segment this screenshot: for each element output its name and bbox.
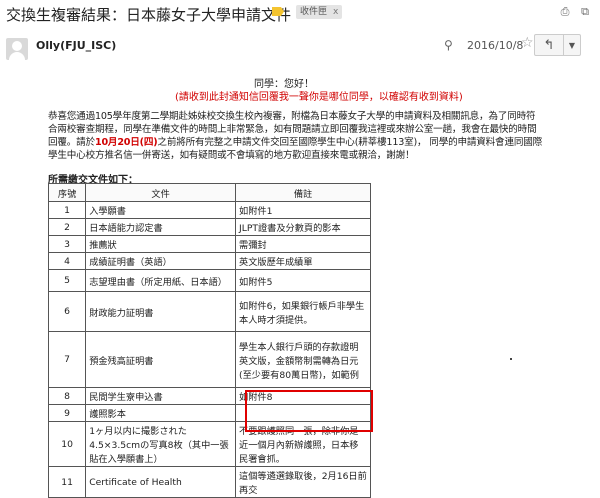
email-subject: 交換生複審結果：日本藤女子大學申請文件 (6, 6, 292, 24)
subject-bar: 交換生複審結果：日本藤女子大學申請文件 收件匣 x ⎙ ⧉ (0, 0, 600, 26)
reply-icon: ↰ (543, 38, 555, 53)
table-header-row: 序號 文件 備註 (47, 183, 371, 202)
row-document: 財政能力証明書 (85, 291, 237, 332)
row-note: 學生本人銀行戶頭的存款證明英文版，金額幣制需轉為日元(至少要有80萬日幣)，如範… (235, 331, 371, 388)
row-number: 6 (47, 291, 87, 332)
row-number: 8 (47, 387, 87, 405)
row-number: 10 (47, 421, 87, 467)
body-paragraph-line: 學生中心校方推名信一併寄送，如有疑問或不會填寫的地方歡迎直接來電或親洽，謝謝！ (48, 150, 415, 161)
row-note (235, 404, 371, 422)
row-document: 志望理由書（所定用紙、日本語） (85, 269, 237, 292)
row-note: 如附件1 (235, 201, 371, 219)
documents-table: 序號 文件 備註 1 入學願書 如附件1 2 日本語能力認定書 JLPT證書及分… (47, 183, 371, 498)
body-paragraph-line: 恭喜您通過105學年度第二學期赴姊妹校交換生校內複審，附檔為日本藤女子大學的申請… (48, 111, 536, 122)
table-row: 4 成績証明書（英語） 英文版歷年成績單 (47, 252, 371, 270)
header-note: 備註 (235, 183, 371, 202)
message-date: 2016/10/8 (467, 39, 524, 52)
row-note: 如附件8 (235, 387, 371, 405)
header-no: 序號 (47, 183, 87, 202)
row-note: 這個等遴選錄取後，2月16日前再交 (235, 466, 371, 498)
sender-avatar (6, 38, 28, 60)
print-icon[interactable]: ⎙ (558, 5, 572, 19)
row-document: 民間学生寮申込書 (85, 387, 237, 405)
table-row: 9 護照影本 (47, 404, 371, 422)
table-row: 7 預金残高証明書 學生本人銀行戶頭的存款證明英文版，金額幣制需轉為日元(至少要… (47, 331, 371, 388)
table-row: 6 財政能力証明書 如附件6，如果銀行帳戶非學生本人時才須提供。 (47, 291, 371, 332)
row-number: 2 (47, 218, 87, 236)
body-paragraph-line: 回覆。請於10月20日(四)之前將所有完整之申請文件交回至國際學生中心(耕莘樓1… (48, 137, 543, 148)
row-number: 11 (47, 466, 87, 498)
row-document: 護照影本 (85, 404, 237, 422)
row-document: 成績証明書（英語） (85, 252, 237, 270)
table-row: 10 1ヶ月以内に撮影された4.5×3.5cmの写真8枚（其中一張貼在入學願書上… (47, 421, 371, 467)
row-note: 如附件6，如果銀行帳戶非學生本人時才須提供。 (235, 291, 371, 332)
table-row: 11 Certificate of Health 這個等遴選錄取後，2月16日前… (47, 466, 371, 498)
row-note: 需彌封 (235, 235, 371, 253)
row-number: 9 (47, 404, 87, 422)
table-row: 3 推薦狀 需彌封 (47, 235, 371, 253)
row-number: 3 (47, 235, 87, 253)
star-icon[interactable]: ☆ (521, 35, 534, 51)
row-number: 5 (47, 269, 87, 292)
reply-button[interactable]: ↰ (534, 34, 564, 56)
row-number: 4 (47, 252, 87, 270)
more-actions-button[interactable]: ▼ (563, 34, 581, 56)
body-paragraph-line: 合兩校審查期程，同學在準備文件的時間上非常緊急，如有問題請立即回覆我這裡或來辦公… (48, 124, 537, 135)
notice-text: (請收到此封通知信回覆我一聲你是哪位同學，以確認有收到資料) (175, 92, 463, 103)
row-document: 推薦狀 (85, 235, 237, 253)
row-note: 不要跟護照同一張，除非你是近一個月內新辦護照，日本移民署會抓。 (235, 421, 371, 467)
row-note: 英文版歷年成績單 (235, 252, 371, 270)
row-document: 預金残高証明書 (85, 331, 237, 388)
paperclip-icon: ⚲ (444, 38, 453, 52)
row-number: 7 (47, 331, 87, 388)
row-note: 如附件5 (235, 269, 371, 292)
row-note: JLPT證書及分數頁的影本 (235, 218, 371, 236)
row-document: 日本語能力認定書 (85, 218, 237, 236)
inbox-label-chip[interactable]: 收件匣 x (296, 5, 343, 19)
stray-dot (510, 358, 512, 360)
row-document: 1ヶ月以内に撮影された4.5×3.5cmの写真8枚（其中一張貼在入學願書上） (85, 421, 237, 467)
new-window-icon[interactable]: ⧉ (578, 5, 592, 19)
table-row: 1 入學願書 如附件1 (47, 201, 371, 219)
row-document: 入學願書 (85, 201, 237, 219)
table-row: 5 志望理由書（所定用紙、日本語） 如附件5 (47, 269, 371, 292)
table-row: 8 民間学生寮申込書 如附件8 (47, 387, 371, 405)
row-document: Certificate of Health (85, 466, 237, 498)
chevron-down-icon: ▼ (568, 41, 576, 50)
header-document: 文件 (85, 183, 237, 202)
table-row: 2 日本語能力認定書 JLPT證書及分數頁的影本 (47, 218, 371, 236)
row-number: 1 (47, 201, 87, 219)
sender-name[interactable]: Olly(FJU_ISC) (36, 39, 116, 52)
remove-label-button[interactable]: x (333, 7, 338, 17)
